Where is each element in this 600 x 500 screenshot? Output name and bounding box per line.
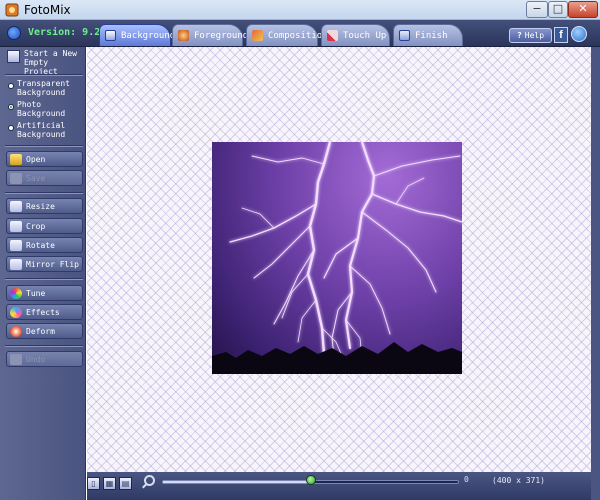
window-title: FotoMix <box>24 3 71 17</box>
start-new-project-label: Start a New Empty Project <box>24 49 77 76</box>
undo-icon <box>10 353 22 365</box>
right-frame <box>591 47 600 500</box>
tab-label: Finish <box>415 30 448 41</box>
question-icon: ? <box>516 31 522 40</box>
foreground-icon <box>178 30 189 41</box>
effects-label: Effects <box>26 307 60 317</box>
effects-button[interactable]: Effects <box>6 304 83 320</box>
help-label: Help <box>524 31 545 40</box>
radio-label: Transparent Background <box>17 79 70 97</box>
lightning-image <box>212 142 462 374</box>
start-new-project-button[interactable]: Start a New Empty Project <box>6 47 83 76</box>
zoom-slider-fill <box>163 481 312 483</box>
mirror-flip-icon <box>10 258 22 270</box>
open-button[interactable]: Open <box>6 151 83 167</box>
save-icon <box>10 172 22 184</box>
radio-artificial-background[interactable]: Artificial Background <box>8 121 86 139</box>
window-titlebar: FotoMix − □ ✕ <box>0 0 600 20</box>
tune-label: Tune <box>26 288 46 298</box>
folder-icon <box>10 153 22 165</box>
tab-touch-up[interactable]: Touch Up <box>321 24 390 46</box>
new-project-icon <box>7 50 20 63</box>
deform-label: Deform <box>26 326 55 336</box>
touch-up-icon <box>327 30 338 41</box>
top-toolbar: Version: 9.2 Background Foreground Compo… <box>0 20 600 47</box>
grid-view-button[interactable]: ▦ <box>103 477 116 490</box>
tune-button[interactable]: Tune <box>6 285 83 301</box>
radio-label: Photo Background <box>17 100 66 118</box>
tab-label: Background <box>121 30 176 41</box>
radio-button[interactable] <box>8 104 14 110</box>
background-photo[interactable] <box>212 142 462 374</box>
version-logo-icon <box>7 26 21 40</box>
tab-foreground[interactable]: Foreground <box>172 24 248 46</box>
left-sidebar: Start a New Empty Project Transparent Ba… <box>0 47 86 500</box>
deform-icon <box>10 325 22 337</box>
sidebar-divider <box>5 345 83 347</box>
fit-view-button[interactable]: ▯ <box>87 477 100 490</box>
zoom-slider-thumb[interactable] <box>306 475 316 485</box>
undo-label: Undo <box>26 354 46 364</box>
watermark-logo <box>488 462 588 492</box>
list-icon: ▤ <box>121 479 130 488</box>
globe-icon[interactable] <box>571 26 587 42</box>
app-icon <box>5 3 19 17</box>
resize-icon <box>10 200 22 212</box>
deform-button[interactable]: Deform <box>6 323 83 339</box>
crop-button[interactable]: Crop <box>6 218 83 234</box>
zoom-icon <box>144 475 155 486</box>
resize-label: Resize <box>26 201 55 211</box>
radio-photo-background[interactable]: Photo Background <box>8 100 86 118</box>
radio-button[interactable] <box>8 125 14 131</box>
rotate-label: Rotate <box>26 240 55 250</box>
save-label: Save <box>26 173 46 183</box>
tab-label: Touch Up <box>343 30 387 41</box>
composition-icon <box>252 30 263 41</box>
single-page-icon: ▯ <box>91 479 96 488</box>
sidebar-divider <box>5 278 83 280</box>
radio-transparent-background[interactable]: Transparent Background <box>8 79 86 97</box>
finish-icon <box>399 30 410 41</box>
crop-label: Crop <box>26 221 46 231</box>
mirror-flip-label: Mirror Flip <box>26 259 79 269</box>
mirror-flip-button[interactable]: Mirror Flip <box>6 256 83 272</box>
version-label: Version: 9.2 <box>28 27 101 38</box>
facebook-icon[interactable]: f <box>554 27 568 43</box>
zoom-value: 0 <box>464 475 469 484</box>
crop-icon <box>10 220 22 232</box>
help-button[interactable]: ? Help <box>509 28 552 43</box>
tab-label: Composition <box>268 30 328 41</box>
save-button[interactable]: Save <box>6 170 83 186</box>
tune-icon <box>10 287 22 299</box>
open-label: Open <box>26 154 46 164</box>
sidebar-divider <box>5 145 83 147</box>
undo-button[interactable]: Undo <box>6 351 83 367</box>
close-button[interactable]: ✕ <box>568 1 598 18</box>
radio-button[interactable] <box>8 83 14 89</box>
rotate-icon <box>10 239 22 251</box>
rotate-button[interactable]: Rotate <box>6 237 83 253</box>
background-icon <box>105 30 116 41</box>
sidebar-divider <box>5 192 83 194</box>
maximize-button[interactable]: □ <box>548 1 568 18</box>
tab-background[interactable]: Background <box>99 24 175 46</box>
editing-canvas[interactable] <box>87 47 591 472</box>
sidebar-divider <box>5 74 83 76</box>
radio-label: Artificial Background <box>17 121 66 139</box>
minimize-button[interactable]: − <box>526 1 548 18</box>
resize-button[interactable]: Resize <box>6 198 83 214</box>
list-view-button[interactable]: ▤ <box>119 477 132 490</box>
tab-composition[interactable]: Composition <box>246 24 328 46</box>
tab-label: Foreground <box>194 30 249 41</box>
effects-icon <box>10 306 22 318</box>
tab-finish[interactable]: Finish <box>393 24 463 46</box>
grid-icon: ▦ <box>105 479 114 488</box>
